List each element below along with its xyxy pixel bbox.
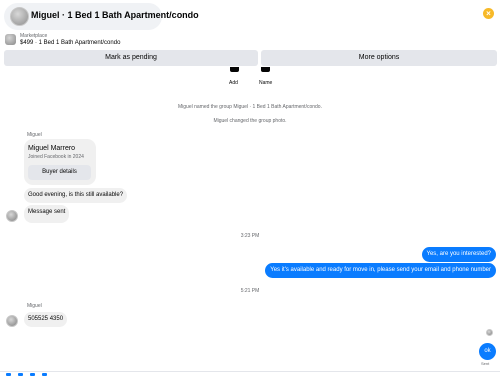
mark-as-pending-button[interactable]: Mark as pending xyxy=(4,50,258,66)
incoming-message-3: 505525 4350 xyxy=(24,312,68,327)
marketplace-listing-row[interactable]: Marketplace $499 · 1 Bed 1 Bath Apartmen… xyxy=(0,32,500,49)
buyer-details-button[interactable]: Buyer details xyxy=(28,165,91,180)
system-message-rename: Miguel named the group Miguel · 1 Bed 1 … xyxy=(178,104,322,110)
group-avatar xyxy=(10,7,29,26)
read-receipt-avatar xyxy=(486,329,493,336)
system-message-photo: Miguel changed the group photo. xyxy=(213,118,287,124)
more-options-button[interactable]: More options xyxy=(261,50,497,66)
name-label: Name xyxy=(259,80,273,86)
ok-message-bubble: ok xyxy=(479,343,496,360)
edit-name-icon[interactable] xyxy=(261,67,270,72)
outgoing-message-2: Yes it's available and ready for move in… xyxy=(265,263,496,278)
listing-thumbnail xyxy=(5,34,16,45)
listing-title: $499 · 1 Bed 1 Bath Apartment/condo xyxy=(20,40,121,46)
timestamp-2: 5:21 PM xyxy=(240,288,260,294)
sender-name: Miguel xyxy=(27,132,42,138)
timestamp-1: 3:23 PM xyxy=(240,233,260,239)
marketplace-label: Marketplace xyxy=(20,33,48,39)
sender-avatar-2[interactable] xyxy=(6,315,18,327)
composer-bar xyxy=(0,371,500,376)
add-person-icon[interactable] xyxy=(230,67,239,72)
outgoing-message-1: Yes, are you interested? xyxy=(421,247,496,262)
incoming-message-2: Message sent xyxy=(24,205,70,223)
buyer-name: Miguel Marrero xyxy=(28,145,76,152)
buyer-joined: Joined Facebook in 2024 xyxy=(28,154,84,160)
add-label: Add xyxy=(229,80,238,86)
incoming-message-1: Good evening, is this still available? xyxy=(24,188,128,203)
conversation-title: Miguel · 1 Bed 1 Bath Apartment/condo xyxy=(31,10,199,20)
sender-name-2: Miguel xyxy=(27,303,42,309)
conversation-title-pill[interactable]: Miguel · 1 Bed 1 Bath Apartment/condo xyxy=(4,3,199,30)
chat-header: Miguel · 1 Bed 1 Bath Apartment/condo × xyxy=(0,0,500,32)
buyer-profile-card: Miguel Marrero Joined Facebook in 2024 B… xyxy=(24,139,96,185)
close-icon[interactable]: × xyxy=(483,8,494,19)
sender-avatar[interactable] xyxy=(6,210,18,222)
sent-status: Sent xyxy=(481,361,490,366)
